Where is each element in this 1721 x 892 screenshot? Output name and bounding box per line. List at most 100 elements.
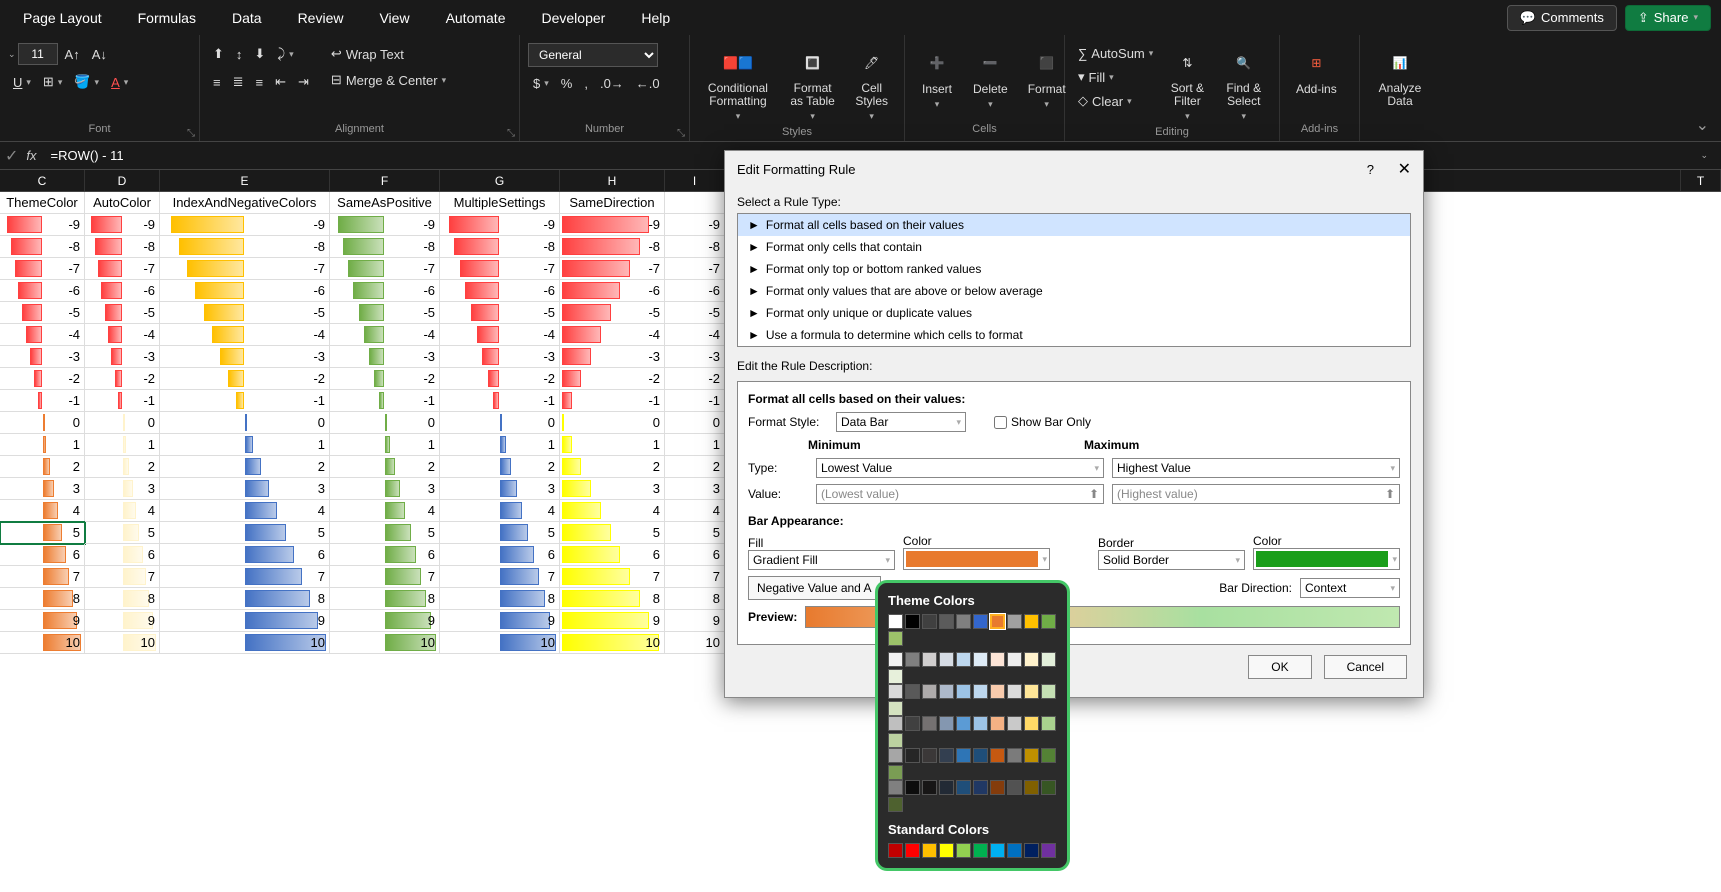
color-swatch[interactable] [1024, 748, 1039, 763]
max-type-select[interactable]: Highest Value▾ [1112, 458, 1400, 478]
color-swatch[interactable] [905, 780, 920, 795]
data-cell[interactable]: -7 [560, 258, 665, 280]
align-middle-icon[interactable]: ↕ [231, 44, 248, 65]
data-cell[interactable]: -6 [85, 280, 160, 302]
data-cell[interactable]: 7 [440, 566, 560, 588]
color-swatch[interactable] [1041, 684, 1056, 699]
data-cell[interactable]: 5 [0, 522, 85, 544]
data-cell[interactable]: 6 [330, 544, 440, 566]
color-swatch[interactable] [973, 614, 988, 629]
data-cell[interactable]: 2 [665, 456, 725, 478]
ok-button[interactable]: OK [1248, 655, 1311, 679]
collapse-icon[interactable]: ⬆ [1089, 487, 1099, 501]
data-cell[interactable]: -2 [440, 368, 560, 390]
data-cell[interactable]: 7 [560, 566, 665, 588]
data-cell[interactable]: -5 [665, 302, 725, 324]
data-cell[interactable]: 3 [665, 478, 725, 500]
data-cell[interactable]: -4 [160, 324, 330, 346]
color-swatch[interactable] [939, 614, 954, 629]
data-cell[interactable]: 9 [665, 610, 725, 632]
menu-review[interactable]: Review [290, 5, 352, 31]
data-cell[interactable]: -4 [560, 324, 665, 346]
data-cell[interactable]: 8 [440, 588, 560, 610]
data-cell[interactable]: 9 [440, 610, 560, 632]
data-cell[interactable]: 9 [85, 610, 160, 632]
data-cell[interactable]: -5 [560, 302, 665, 324]
data-cell[interactable]: -5 [330, 302, 440, 324]
data-cell[interactable]: 7 [0, 566, 85, 588]
data-cell[interactable]: 8 [560, 588, 665, 610]
data-cell[interactable]: -4 [665, 324, 725, 346]
font-color-button[interactable]: A▾ [106, 72, 133, 93]
color-swatch[interactable] [1041, 748, 1056, 763]
data-cell[interactable]: -8 [85, 236, 160, 258]
color-swatch[interactable] [888, 652, 903, 667]
color-swatch[interactable] [1024, 716, 1039, 731]
color-swatch[interactable] [922, 780, 937, 795]
color-swatch[interactable] [973, 843, 988, 858]
data-cell[interactable]: 0 [160, 412, 330, 434]
underline-button[interactable]: U ▾ [8, 72, 36, 93]
collapse-ribbon-icon[interactable]: ⌄ [1696, 115, 1709, 135]
column-title[interactable]: ThemeColor [0, 192, 85, 214]
data-cell[interactable]: 4 [330, 500, 440, 522]
data-cell[interactable]: 4 [560, 500, 665, 522]
share-button[interactable]: ⇪ Share ▾ [1625, 5, 1711, 31]
data-cell[interactable]: 1 [330, 434, 440, 456]
data-cell[interactable]: -3 [0, 346, 85, 368]
data-cell[interactable]: -2 [560, 368, 665, 390]
data-cell[interactable]: 6 [0, 544, 85, 566]
color-swatch[interactable] [888, 780, 903, 795]
menu-developer[interactable]: Developer [534, 5, 614, 31]
data-cell[interactable]: 7 [665, 566, 725, 588]
fill-color-button[interactable]: 🪣▾ [69, 71, 104, 93]
col-header-f[interactable]: F [330, 170, 440, 191]
delete-button[interactable]: ➖Delete▾ [965, 43, 1016, 114]
data-cell[interactable]: -6 [665, 280, 725, 302]
data-cell[interactable]: 5 [665, 522, 725, 544]
data-cell[interactable]: 3 [330, 478, 440, 500]
data-cell[interactable]: -5 [440, 302, 560, 324]
data-cell[interactable]: 8 [85, 588, 160, 610]
font-size-input[interactable] [18, 43, 58, 65]
color-swatch[interactable] [1007, 652, 1022, 667]
color-swatch[interactable] [888, 614, 903, 629]
clear-button[interactable]: ◇ Clear ▾ [1073, 90, 1158, 112]
column-title[interactable]: AutoColor [85, 192, 160, 214]
data-cell[interactable]: 9 [560, 610, 665, 632]
data-cell[interactable]: -3 [160, 346, 330, 368]
color-swatch[interactable] [888, 716, 903, 731]
color-swatch[interactable] [1007, 716, 1022, 731]
data-cell[interactable]: -1 [440, 390, 560, 412]
data-cell[interactable]: -7 [0, 258, 85, 280]
color-swatch[interactable] [922, 843, 937, 858]
col-header-e[interactable]: E [160, 170, 330, 191]
menu-page-layout[interactable]: Page Layout [15, 5, 110, 31]
percent-format-icon[interactable]: % [556, 73, 578, 94]
color-swatch[interactable] [888, 748, 903, 763]
menu-view[interactable]: View [371, 5, 417, 31]
color-swatch[interactable] [956, 716, 971, 731]
color-swatch[interactable] [990, 684, 1005, 699]
data-cell[interactable]: 6 [440, 544, 560, 566]
data-cell[interactable]: -1 [0, 390, 85, 412]
data-cell[interactable]: 2 [440, 456, 560, 478]
data-cell[interactable]: -8 [560, 236, 665, 258]
data-cell[interactable]: -6 [0, 280, 85, 302]
help-icon[interactable]: ? [1367, 162, 1374, 177]
data-cell[interactable]: -3 [330, 346, 440, 368]
color-swatch[interactable] [1041, 652, 1056, 667]
color-swatch[interactable] [905, 652, 920, 667]
color-swatch[interactable] [956, 780, 971, 795]
rule-item[interactable]: ► Format only values that are above or b… [738, 280, 1410, 302]
collapse-icon[interactable]: ⬆ [1385, 487, 1395, 501]
color-swatch[interactable] [1007, 843, 1022, 858]
data-cell[interactable]: -8 [440, 236, 560, 258]
data-cell[interactable]: -8 [330, 236, 440, 258]
color-swatch[interactable] [1024, 652, 1039, 667]
color-swatch[interactable] [939, 843, 954, 858]
data-cell[interactable]: 1 [665, 434, 725, 456]
color-swatch[interactable] [1041, 843, 1056, 858]
color-swatch[interactable] [956, 614, 971, 629]
fill-color-select[interactable]: ▾ [903, 548, 1050, 570]
